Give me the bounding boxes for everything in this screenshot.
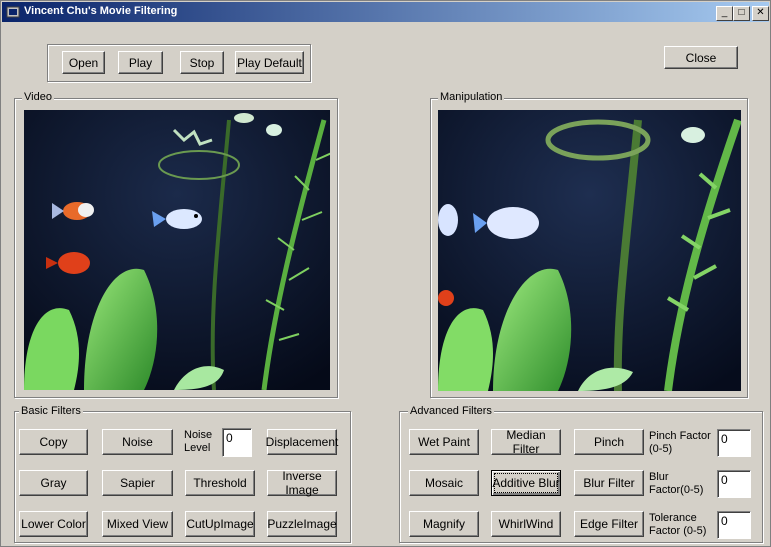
video-preview bbox=[24, 110, 330, 390]
edge-filter-button[interactable]: Edge Filter bbox=[574, 511, 644, 537]
manipulation-group-label: Manipulation bbox=[438, 91, 505, 103]
pinch-factor-label: Pinch Factor (0-5) bbox=[649, 430, 711, 455]
aquarium-video-frame bbox=[24, 110, 330, 390]
lower-color-button[interactable]: Lower Color bbox=[19, 511, 88, 537]
additive-blur-button[interactable]: Additive Blur bbox=[491, 470, 561, 496]
inverse-image-button[interactable]: Inverse Image bbox=[267, 469, 337, 497]
close-window-button[interactable]: ✕ bbox=[752, 6, 769, 21]
stop-button[interactable]: Stop bbox=[180, 51, 224, 74]
whirlwind-button[interactable]: WhirlWind bbox=[491, 511, 561, 537]
close-button[interactable]: Close bbox=[664, 46, 738, 69]
noise-level-input[interactable]: 0 bbox=[222, 428, 252, 457]
tolerance-factor-label: Tolerance Factor (0-5) bbox=[649, 512, 707, 537]
blur-factor-input[interactable]: 0 bbox=[717, 470, 751, 498]
mosaic-button[interactable]: Mosaic bbox=[409, 470, 479, 496]
play-default-button[interactable]: Play Default bbox=[235, 51, 304, 74]
title-bar[interactable]: Vincent Chu's Movie Filtering _ □ ✕ bbox=[2, 2, 769, 22]
cut-up-image-button[interactable]: CutUpImage bbox=[185, 511, 255, 537]
app-window: Vincent Chu's Movie Filtering _ □ ✕ Open… bbox=[0, 0, 771, 547]
magnify-button[interactable]: Magnify bbox=[409, 511, 479, 537]
pinch-button[interactable]: Pinch bbox=[574, 429, 644, 455]
play-button[interactable]: Play bbox=[118, 51, 163, 74]
video-group-label: Video bbox=[22, 91, 54, 103]
noise-button[interactable]: Noise bbox=[102, 429, 173, 455]
mixed-view-button[interactable]: Mixed View bbox=[102, 511, 173, 537]
noise-level-label: Noise Level bbox=[184, 429, 213, 454]
puzzle-image-button[interactable]: PuzzleImage bbox=[267, 511, 337, 537]
app-icon bbox=[6, 6, 20, 18]
open-button[interactable]: Open bbox=[62, 51, 105, 74]
manipulation-preview bbox=[438, 110, 741, 391]
sapier-button[interactable]: Sapier bbox=[102, 470, 173, 496]
maximize-button[interactable]: □ bbox=[733, 6, 750, 21]
tolerance-factor-input[interactable]: 0 bbox=[717, 511, 751, 539]
filtered-video-frame bbox=[438, 110, 741, 391]
threshold-button[interactable]: Threshold bbox=[185, 470, 255, 496]
displacement-button[interactable]: Displacement bbox=[266, 429, 338, 455]
blur-factor-label: Blur Factor(0-5) bbox=[649, 471, 704, 496]
copy-button[interactable]: Copy bbox=[19, 429, 88, 455]
wet-paint-button[interactable]: Wet Paint bbox=[409, 429, 479, 455]
blur-filter-button[interactable]: Blur Filter bbox=[574, 470, 644, 496]
window-title: Vincent Chu's Movie Filtering bbox=[24, 5, 178, 17]
gray-button[interactable]: Gray bbox=[19, 470, 88, 496]
pinch-factor-input[interactable]: 0 bbox=[717, 429, 751, 457]
median-filter-button[interactable]: Median Filter bbox=[491, 428, 561, 456]
basic-filters-label: Basic Filters bbox=[19, 405, 83, 417]
minimize-button[interactable]: _ bbox=[716, 6, 733, 21]
advanced-filters-label: Advanced Filters bbox=[408, 405, 494, 417]
